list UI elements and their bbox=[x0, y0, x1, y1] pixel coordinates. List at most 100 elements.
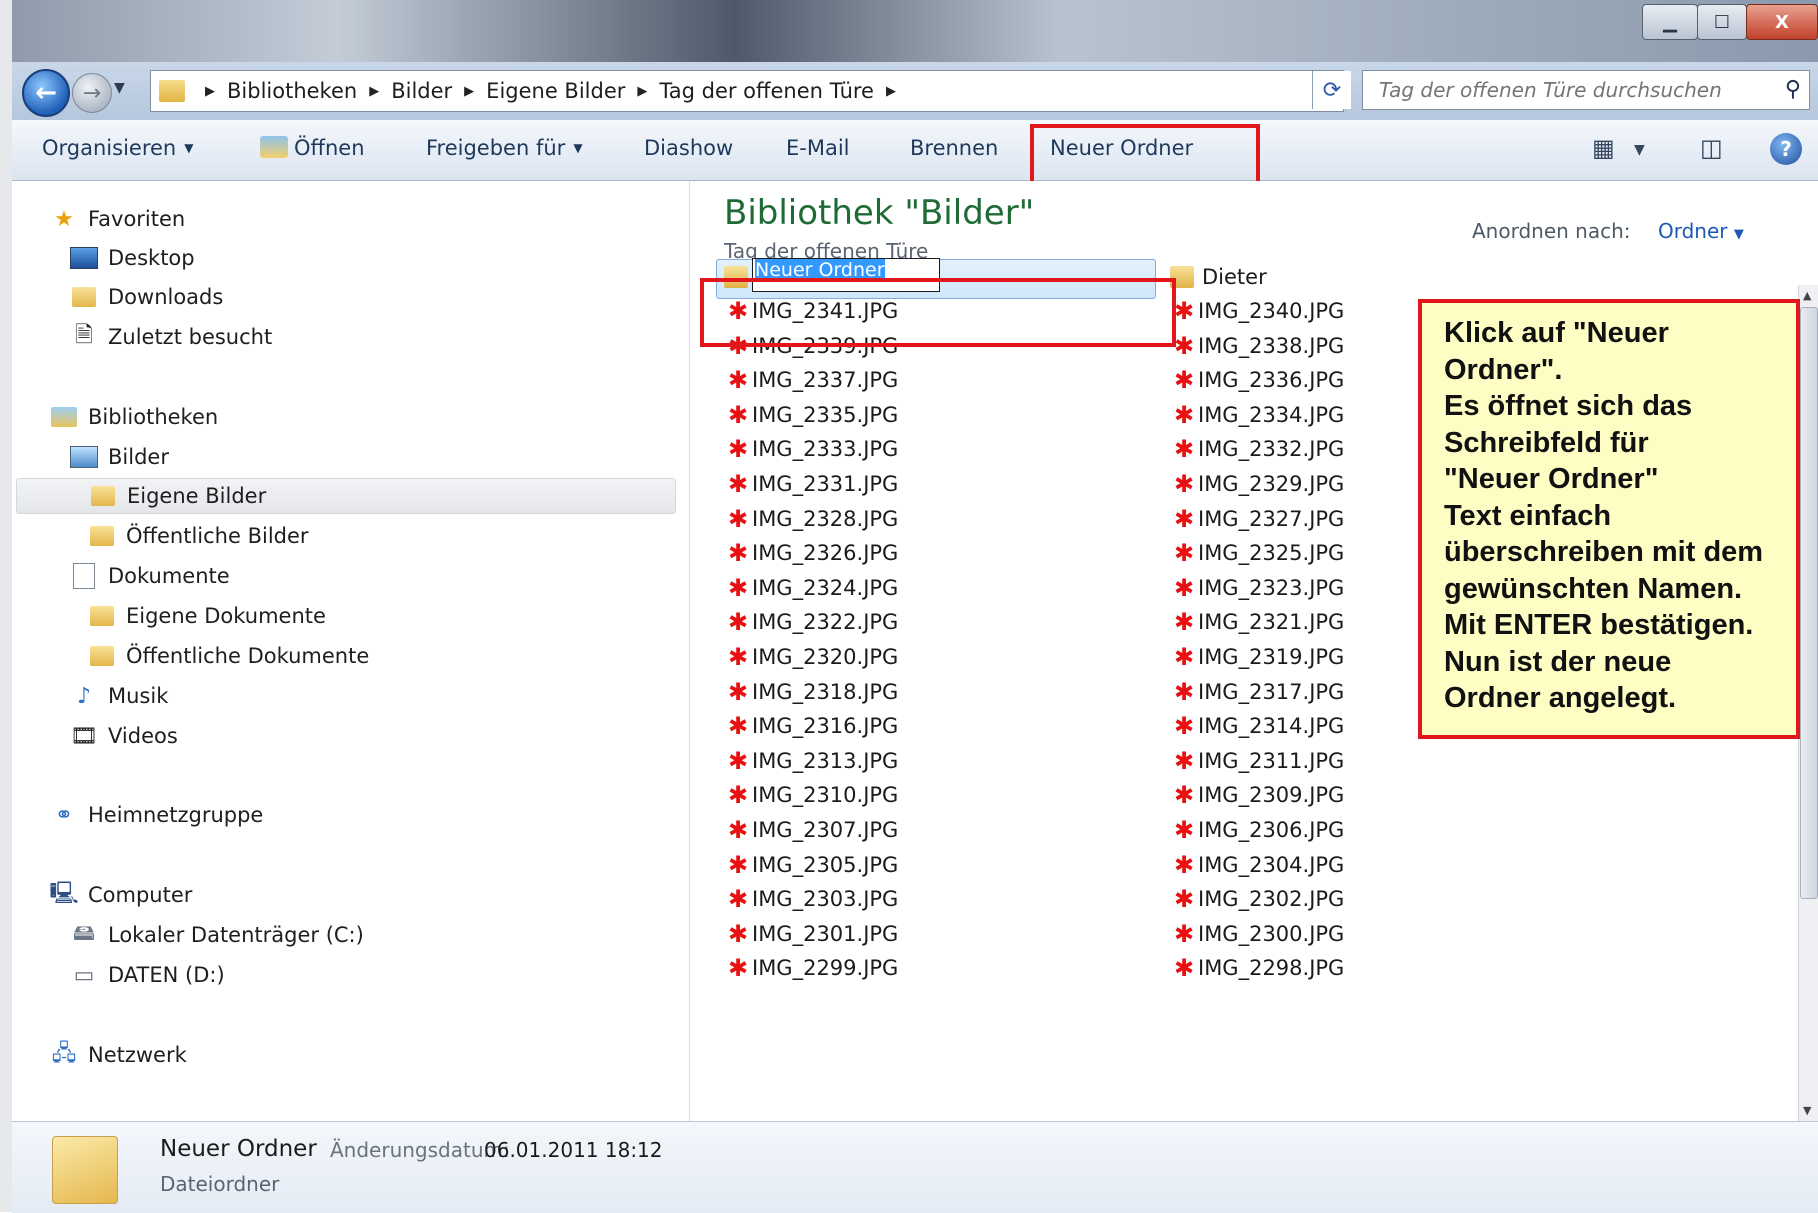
file-item[interactable]: ✱ IMG_2326.JPG bbox=[724, 537, 898, 569]
file-item[interactable]: ✱ IMG_2337.JPG bbox=[724, 364, 898, 396]
chevron-right-icon[interactable]: ▶ bbox=[205, 84, 215, 99]
breadcrumb-my-pictures[interactable]: Eigene Bilder bbox=[486, 79, 625, 103]
jpg-file-icon: ✱ bbox=[1173, 470, 1195, 498]
nav-drive-c[interactable]: 🖴 Lokaler Datenträger (C:) bbox=[70, 917, 364, 953]
open-button[interactable]: Öffnen bbox=[260, 136, 365, 160]
nav-homegroup[interactable]: ⚭ Heimnetzgruppe bbox=[50, 797, 264, 833]
file-item[interactable]: ✱ IMG_2309.JPG bbox=[1170, 779, 1344, 811]
vertical-scrollbar[interactable]: ▲ ▼ bbox=[1798, 285, 1818, 1121]
file-item[interactable]: ✱ IMG_2301.JPG bbox=[724, 918, 898, 950]
nav-my-pictures[interactable]: Eigene Bilder bbox=[16, 478, 676, 514]
file-item[interactable]: ✱ IMG_2307.JPG bbox=[724, 814, 898, 846]
view-dropdown-icon[interactable]: ▼ bbox=[1634, 142, 1645, 158]
chevron-right-icon[interactable]: ▶ bbox=[369, 84, 379, 99]
file-item[interactable]: ✱ IMG_2304.JPG bbox=[1170, 849, 1344, 881]
file-item[interactable]: ✱ IMG_2320.JPG bbox=[724, 641, 898, 673]
file-item[interactable]: ✱ IMG_2306.JPG bbox=[1170, 814, 1344, 846]
nav-documents[interactable]: Dokumente bbox=[70, 558, 230, 594]
file-item[interactable]: ✱ IMG_2316.JPG bbox=[724, 710, 898, 742]
file-item[interactable]: ✱ IMG_2302.JPG bbox=[1170, 883, 1344, 915]
share-button[interactable]: Freigeben für ▼ bbox=[426, 136, 583, 160]
breadcrumb-libraries[interactable]: Bibliotheken bbox=[227, 79, 357, 103]
recent-pages-dropdown[interactable]: ▼ bbox=[114, 80, 125, 96]
file-item[interactable]: ✱ IMG_2336.JPG bbox=[1170, 364, 1344, 396]
back-button[interactable]: ← bbox=[22, 69, 70, 117]
share-label: Freigeben für bbox=[426, 136, 566, 160]
nav-public-documents[interactable]: Öffentliche Dokumente bbox=[88, 638, 369, 674]
file-item[interactable]: ✱ IMG_2305.JPG bbox=[724, 849, 898, 881]
refresh-button[interactable]: ⟳ bbox=[1312, 71, 1351, 109]
preview-pane-icon[interactable]: ◫ bbox=[1700, 134, 1723, 162]
file-item[interactable]: ✱ IMG_2327.JPG bbox=[1170, 503, 1344, 535]
arrange-by-dropdown[interactable]: Ordner ▼ bbox=[1658, 219, 1744, 243]
file-name: IMG_2299.JPG bbox=[752, 956, 899, 981]
nav-label: Favoriten bbox=[88, 207, 186, 231]
file-item[interactable]: ✱ IMG_2331.JPG bbox=[724, 468, 898, 500]
nav-downloads[interactable]: Downloads bbox=[70, 279, 223, 315]
breadcrumb[interactable]: ▶ Bibliotheken ▶ Bilder ▶ Eigene Bilder … bbox=[150, 70, 1344, 112]
nav-libraries[interactable]: Bibliotheken bbox=[50, 399, 218, 435]
forward-button[interactable]: → bbox=[72, 73, 112, 113]
file-item[interactable]: ✱ IMG_2323.JPG bbox=[1170, 572, 1344, 604]
file-item[interactable]: ✱ IMG_2298.JPG bbox=[1170, 952, 1344, 984]
scroll-down-arrow-icon[interactable]: ▼ bbox=[1803, 1104, 1811, 1117]
file-item[interactable]: ✱ IMG_2332.JPG bbox=[1170, 433, 1344, 465]
file-item[interactable]: ✱ IMG_2299.JPG bbox=[724, 952, 898, 984]
command-bar: Organisieren ▼ Öffnen Freigeben für ▼ Dias… bbox=[12, 120, 1818, 181]
search-input[interactable] bbox=[1377, 77, 1771, 103]
file-item[interactable]: ✱ IMG_2322.JPG bbox=[724, 606, 898, 638]
file-item[interactable]: ✱ IMG_2310.JPG bbox=[724, 779, 898, 811]
nav-my-documents[interactable]: Eigene Dokumente bbox=[88, 598, 326, 634]
view-options-icon[interactable]: ▦ bbox=[1592, 134, 1615, 162]
breadcrumb-open-day[interactable]: Tag der offenen Türe bbox=[659, 79, 874, 103]
minimize-button[interactable]: ▁ bbox=[1642, 4, 1698, 40]
organize-button[interactable]: Organisieren ▼ bbox=[42, 136, 193, 160]
file-item[interactable]: ✱ IMG_2311.JPG bbox=[1170, 745, 1344, 777]
file-item[interactable]: ✱ IMG_2325.JPG bbox=[1170, 537, 1344, 569]
file-item[interactable]: ✱ IMG_2319.JPG bbox=[1170, 641, 1344, 673]
file-item[interactable]: ✱ IMG_2340.JPG bbox=[1170, 295, 1344, 327]
chevron-right-icon[interactable]: ▶ bbox=[637, 84, 647, 99]
file-item[interactable]: ✱ IMG_2321.JPG bbox=[1170, 606, 1344, 638]
file-item[interactable]: ✱ IMG_2329.JPG bbox=[1170, 468, 1344, 500]
close-button[interactable]: X bbox=[1746, 4, 1818, 40]
nav-desktop[interactable]: Desktop bbox=[70, 240, 195, 276]
file-item[interactable]: ✱ IMG_2303.JPG bbox=[724, 883, 898, 915]
chevron-right-icon[interactable]: ▶ bbox=[464, 84, 474, 99]
nav-pictures[interactable]: Bilder bbox=[70, 439, 169, 475]
file-item[interactable]: ✱ IMG_2317.JPG bbox=[1170, 676, 1344, 708]
nav-favorites[interactable]: ★ Favoriten bbox=[50, 201, 185, 237]
chevron-down-icon: ▼ bbox=[573, 141, 583, 155]
file-item[interactable]: ✱ IMG_2318.JPG bbox=[724, 676, 898, 708]
file-item[interactable]: ✱ IMG_2333.JPG bbox=[724, 433, 898, 465]
nav-music[interactable]: ♪ Musik bbox=[70, 678, 168, 714]
file-item[interactable]: ✱ IMG_2313.JPG bbox=[724, 745, 898, 777]
file-item[interactable]: ✱ IMG_2335.JPG bbox=[724, 399, 898, 431]
file-item[interactable]: ✱ IMG_2300.JPG bbox=[1170, 918, 1344, 950]
nav-network[interactable]: 🖧 Netzwerk bbox=[50, 1037, 187, 1073]
help-icon[interactable]: ? bbox=[1770, 133, 1802, 165]
jpg-file-icon: ✱ bbox=[727, 712, 749, 741]
file-item[interactable]: ✱ IMG_2328.JPG bbox=[724, 503, 898, 535]
file-item[interactable]: ✱ IMG_2314.JPG bbox=[1170, 710, 1344, 742]
nav-videos[interactable]: 🎞 Videos bbox=[70, 718, 178, 754]
burn-button[interactable]: Brennen bbox=[910, 136, 998, 160]
note-line: überschreiben mit dem bbox=[1444, 536, 1764, 568]
slideshow-button[interactable]: Diashow bbox=[644, 136, 733, 160]
file-item[interactable]: ✱ IMG_2338.JPG bbox=[1170, 330, 1344, 362]
maximize-button[interactable]: ☐ bbox=[1697, 4, 1747, 40]
nav-computer[interactable]: 🖳 Computer bbox=[49, 877, 192, 913]
scroll-thumb[interactable] bbox=[1800, 307, 1818, 899]
email-button[interactable]: E-Mail bbox=[786, 136, 850, 160]
search-box[interactable]: ⚲ bbox=[1362, 70, 1810, 110]
nav-public-pictures[interactable]: Öffentliche Bilder bbox=[88, 518, 309, 554]
breadcrumb-pictures[interactable]: Bilder bbox=[391, 79, 452, 103]
nav-drive-d[interactable]: ▭ DATEN (D:) bbox=[70, 957, 225, 993]
search-icon[interactable]: ⚲ bbox=[1785, 77, 1801, 102]
nav-recent[interactable]: 🗎 Zuletzt besucht bbox=[70, 319, 272, 355]
chevron-right-icon[interactable]: ▶ bbox=[886, 84, 896, 99]
scroll-up-arrow-icon[interactable]: ▲ bbox=[1803, 289, 1811, 302]
folder-item-dieter[interactable]: Dieter bbox=[1170, 261, 1267, 293]
file-item[interactable]: ✱ IMG_2324.JPG bbox=[724, 572, 898, 604]
file-item[interactable]: ✱ IMG_2334.JPG bbox=[1170, 399, 1344, 431]
